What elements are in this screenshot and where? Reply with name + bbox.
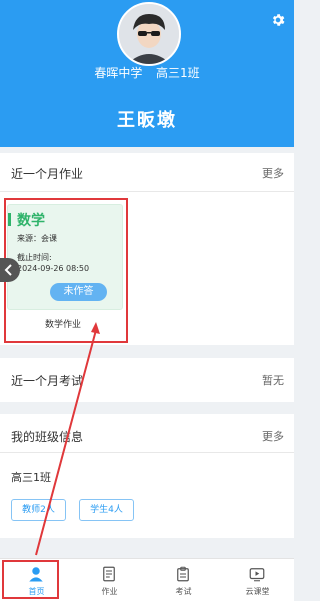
document-icon (103, 566, 115, 582)
tab-exam[interactable]: 考试 (147, 559, 220, 601)
tab-cloud-class[interactable]: 云课堂 (221, 559, 294, 601)
tab-homework-label: 作业 (101, 587, 118, 596)
annotation-arrow-head (91, 322, 100, 334)
highlight-box-home-tab (2, 560, 59, 599)
annotation-arrow-line (35, 329, 97, 556)
play-icon (249, 568, 265, 582)
tab-cloud-class-label: 云课堂 (245, 587, 270, 596)
tab-homework[interactable]: 作业 (73, 559, 146, 601)
tab-exam-label: 考试 (175, 587, 192, 596)
annotation-arrow (35, 322, 100, 556)
clipboard-icon (177, 566, 189, 582)
